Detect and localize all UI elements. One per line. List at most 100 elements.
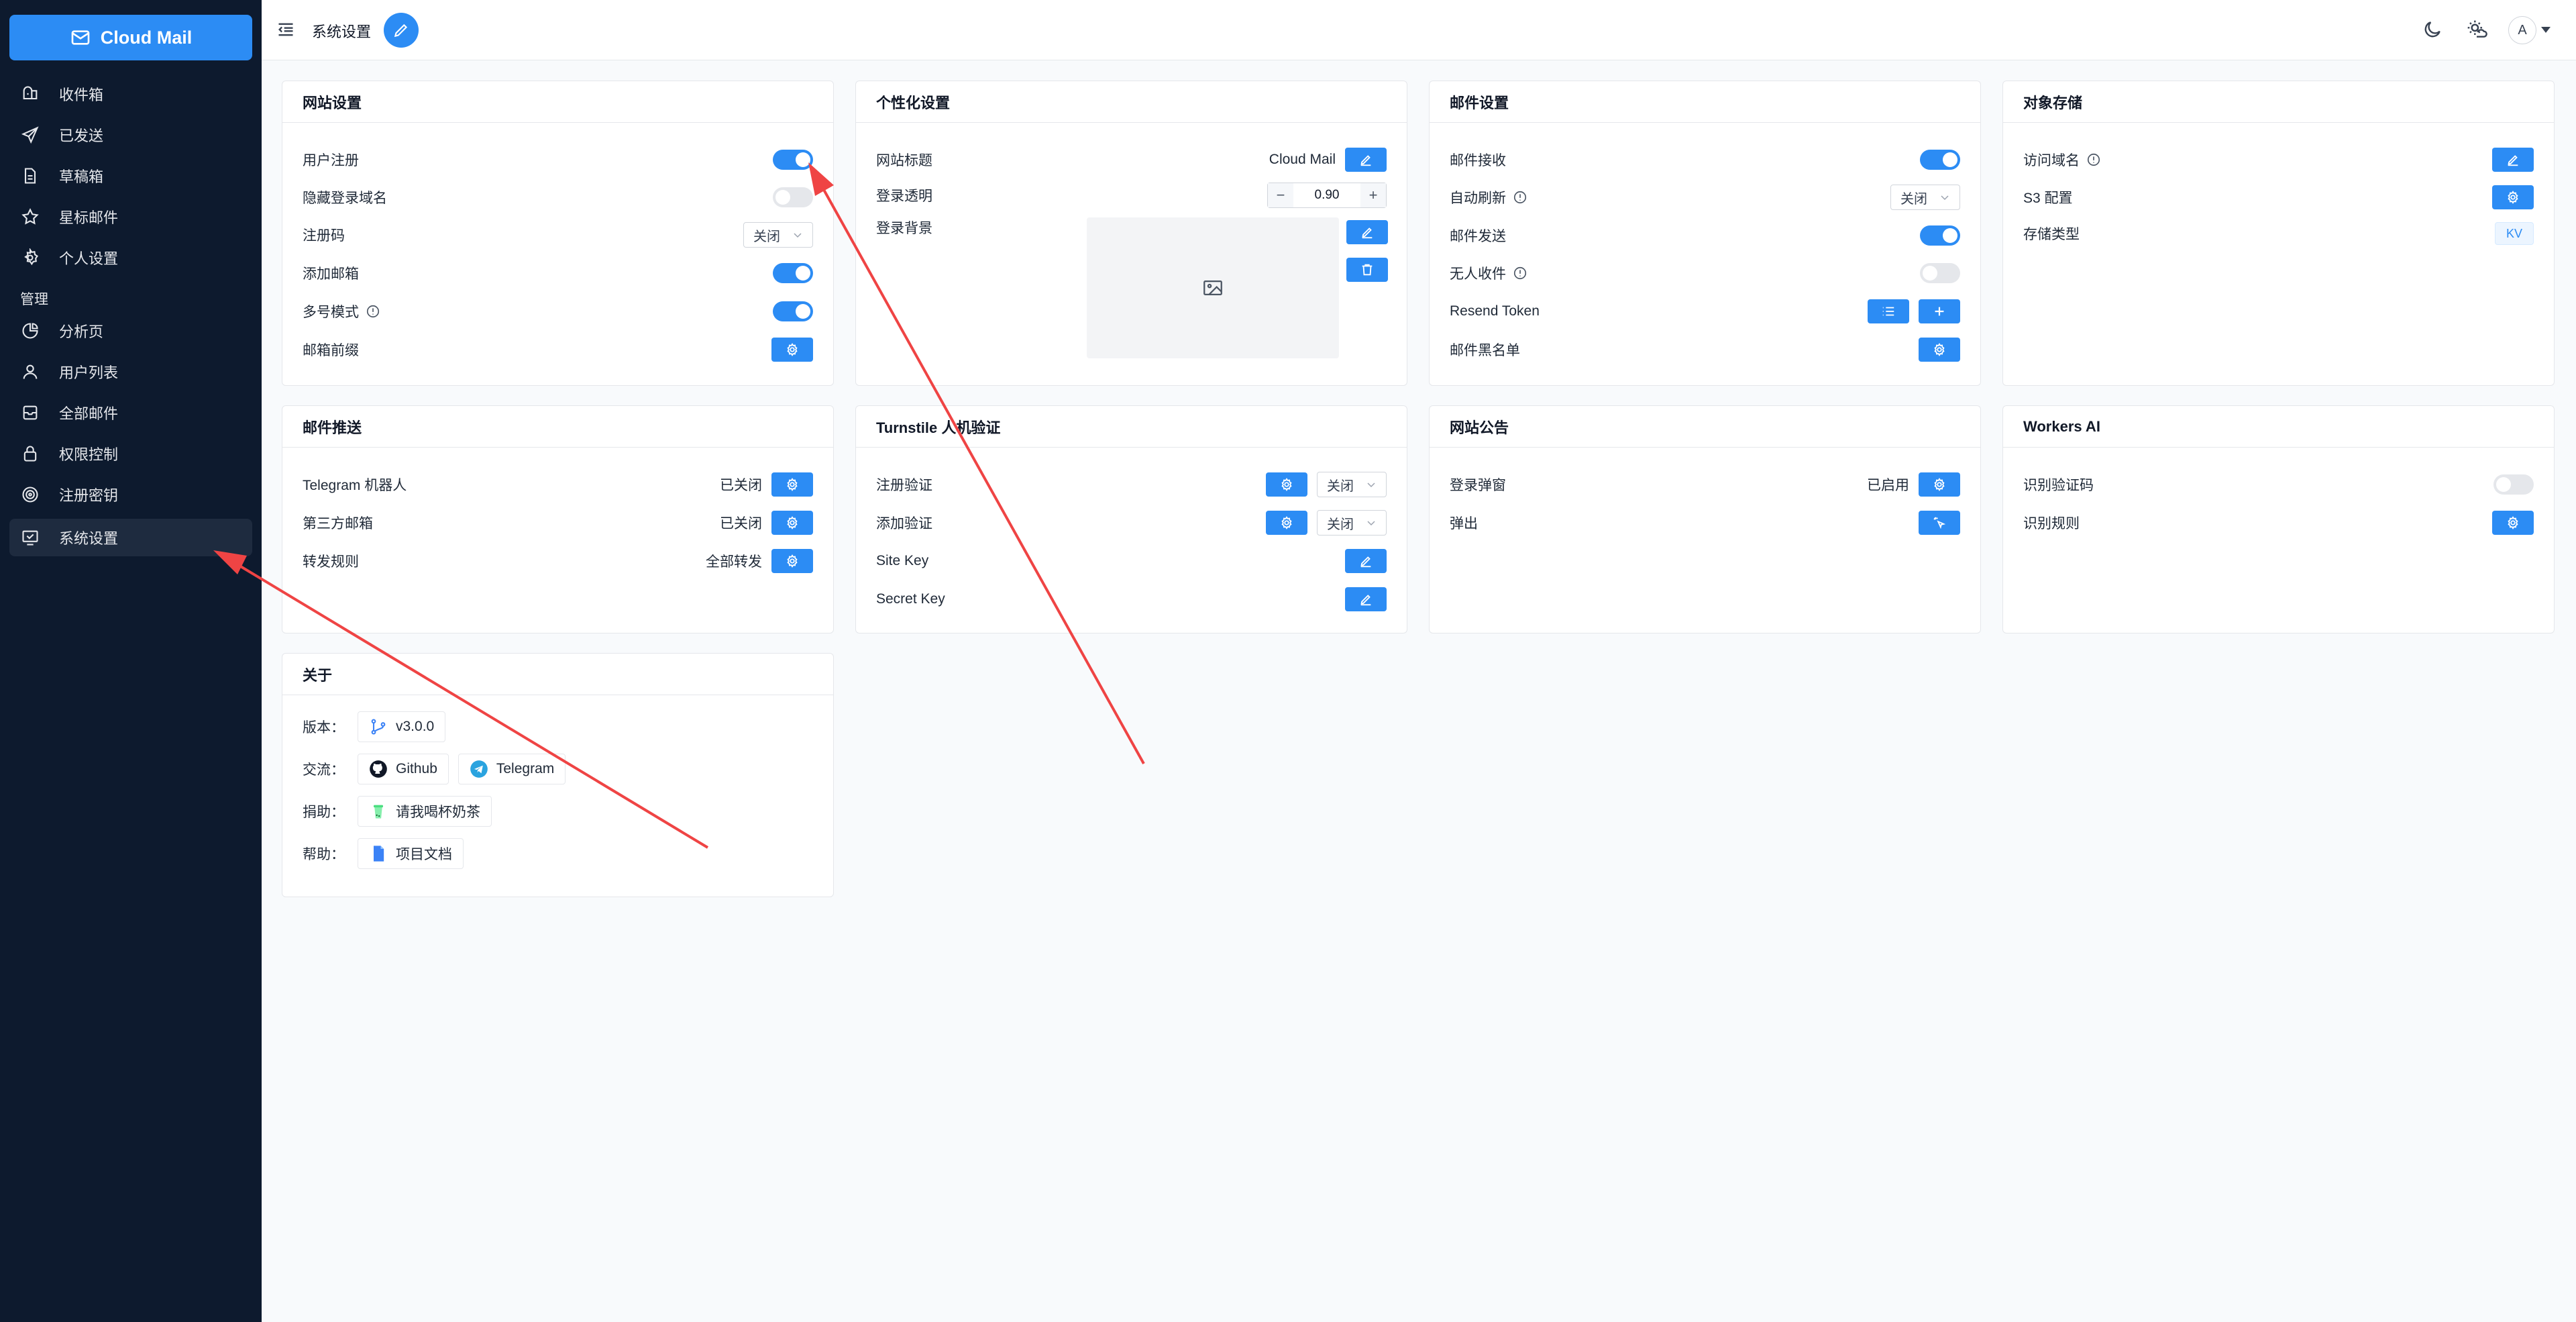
info-icon[interactable]: [1513, 266, 1527, 281]
sidebar-item-label: 草稿箱: [59, 168, 104, 185]
auto-refresh-select[interactable]: 关闭: [1890, 185, 1960, 210]
decrement-button[interactable]: −: [1268, 183, 1293, 207]
user-register-toggle[interactable]: [773, 150, 813, 170]
edit-site-key-button[interactable]: [1345, 549, 1387, 573]
site-title-value: Cloud Mail: [1269, 152, 1336, 167]
row-label: Site Key: [876, 553, 929, 568]
donate-link[interactable]: 请我喝杯奶茶: [358, 796, 492, 827]
add-verify-settings-button[interactable]: [1266, 511, 1307, 535]
popup-button[interactable]: [1919, 511, 1960, 535]
mail-receive-toggle[interactable]: [1920, 150, 1960, 170]
sidebar-item-starred[interactable]: 星标邮件: [9, 198, 252, 236]
sidebar-item-reg-keys[interactable]: 注册密钥: [9, 476, 252, 513]
edit-secret-key-button[interactable]: [1345, 587, 1387, 611]
mailbox-prefix-settings-button[interactable]: [771, 338, 813, 362]
edit-icon: [1360, 155, 1371, 166]
avatar[interactable]: A: [2508, 16, 2536, 44]
milk-tea-icon: [374, 805, 383, 819]
info-icon[interactable]: [1513, 190, 1527, 205]
object-storage-card: 对象存储 访问域名 S3 配置 存储类型 KV: [2002, 81, 2555, 386]
gear-icon: [787, 478, 798, 491]
image-icon: [1203, 280, 1222, 296]
sidebar-item-inbox[interactable]: 收件箱: [9, 75, 252, 113]
add-mailbox-toggle[interactable]: [773, 263, 813, 283]
sun-cloud-icon: [2467, 20, 2487, 38]
row-label: 存储类型: [2023, 227, 2080, 242]
info-icon[interactable]: [366, 304, 380, 319]
brand-button[interactable]: Cloud Mail: [9, 15, 252, 60]
recognize-code-toggle[interactable]: [2493, 474, 2534, 495]
reg-verify-select[interactable]: 关闭: [1317, 472, 1387, 497]
third-party-settings-button[interactable]: [771, 511, 813, 535]
about-card: 关于 版本： v3.0.0 交流： Github Telegram 捐助： 请我…: [282, 653, 834, 897]
github-link[interactable]: Github: [358, 754, 449, 784]
secret-key-row: Secret Key: [876, 586, 1387, 613]
blacklist-settings-button[interactable]: [1919, 338, 1960, 362]
sidebar-item-label: 个人设置: [59, 250, 119, 267]
reg-verify-settings-button[interactable]: [1266, 472, 1307, 497]
no-recipient-toggle[interactable]: [1920, 263, 1960, 283]
chevron-down-icon[interactable]: [2541, 27, 2551, 33]
sidebar-item-users[interactable]: 用户列表: [9, 353, 252, 391]
mailbox-prefix-row: 邮箱前缀: [303, 336, 813, 363]
edit-login-bg-button[interactable]: [1346, 220, 1388, 244]
telegram-settings-button[interactable]: [771, 472, 813, 497]
dark-mode-toggle[interactable]: [2420, 17, 2445, 42]
chevron-down-icon: [1367, 482, 1375, 488]
row-label: 访问域名: [2023, 153, 2080, 168]
sidebar-item-permissions[interactable]: 权限控制: [9, 435, 252, 472]
sidebar-item-sent[interactable]: 已发送: [9, 116, 252, 154]
edit-icon: [2508, 155, 2518, 166]
resend-token-list-button[interactable]: [1868, 299, 1909, 323]
opacity-value[interactable]: 0.90: [1293, 188, 1360, 203]
select-value: 关闭: [1900, 191, 1927, 207]
row-label: S3 配置: [2023, 191, 2073, 206]
s3-settings-button[interactable]: [2492, 185, 2534, 209]
sidebar-item-drafts[interactable]: 草稿箱: [9, 157, 252, 195]
info-icon[interactable]: [2086, 152, 2101, 167]
row-label: 邮件发送: [1450, 229, 1506, 244]
increment-button[interactable]: +: [1360, 183, 1386, 207]
mail-send-toggle[interactable]: [1920, 225, 1960, 246]
docs-label: 项目文档: [396, 847, 452, 862]
row-label: 邮箱前缀: [303, 343, 359, 358]
hide-domain-toggle[interactable]: [773, 187, 813, 207]
opacity-stepper[interactable]: − 0.90 +: [1267, 183, 1387, 208]
resend-token-row: Resend Token: [1450, 298, 1960, 325]
multi-mode-toggle[interactable]: [773, 301, 813, 321]
storage-type-row: 存储类型 KV: [2023, 220, 2534, 247]
card-title: Workers AI: [2003, 406, 2554, 448]
gear-icon: [1934, 478, 1945, 491]
sidebar-item-system-settings[interactable]: 系统设置: [9, 519, 252, 556]
edit-access-domain-button[interactable]: [2492, 148, 2534, 172]
resend-token-add-button[interactable]: [1919, 299, 1960, 323]
sidebar-item-all-mail[interactable]: 全部邮件: [9, 394, 252, 431]
sidebar-item-label: 分析页: [59, 323, 104, 340]
docs-link[interactable]: 项目文档: [358, 838, 464, 869]
delete-login-bg-button[interactable]: [1346, 258, 1388, 282]
theme-button[interactable]: [2465, 17, 2489, 42]
login-popup-settings-button[interactable]: [1919, 472, 1960, 497]
sidebar-item-analytics[interactable]: 分析页: [9, 312, 252, 350]
page-title: 系统设置: [312, 23, 372, 40]
send-icon: [20, 125, 40, 145]
reg-code-select[interactable]: 关闭: [743, 222, 813, 248]
edit-button[interactable]: [384, 13, 419, 48]
site-settings-card: 网站设置 用户注册 隐藏登录域名 注册码 关闭 添加邮箱 多号模式 邮箱前缀: [282, 81, 834, 386]
sidebar-item-personal-settings[interactable]: 个人设置: [9, 239, 252, 276]
monitor-check-icon: [20, 527, 40, 548]
add-verify-select[interactable]: 关闭: [1317, 510, 1387, 536]
donate-row: 捐助： 请我喝杯奶茶: [303, 795, 813, 828]
edit-site-title-button[interactable]: [1345, 148, 1387, 172]
document-icon: [20, 166, 40, 186]
reg-verify-row: 注册验证 关闭: [876, 471, 1387, 498]
menu-collapse-icon[interactable]: [276, 20, 295, 39]
row-label: 注册码: [303, 228, 345, 244]
telegram-link[interactable]: Telegram: [458, 754, 566, 784]
storage-type-badge: KV: [2494, 222, 2534, 245]
forward-rule-settings-button[interactable]: [771, 549, 813, 573]
recognize-rule-settings-button[interactable]: [2492, 511, 2534, 535]
version-chip[interactable]: v3.0.0: [358, 711, 446, 742]
login-bg-preview[interactable]: [1087, 217, 1339, 358]
card-title: 个性化设置: [856, 81, 1407, 123]
